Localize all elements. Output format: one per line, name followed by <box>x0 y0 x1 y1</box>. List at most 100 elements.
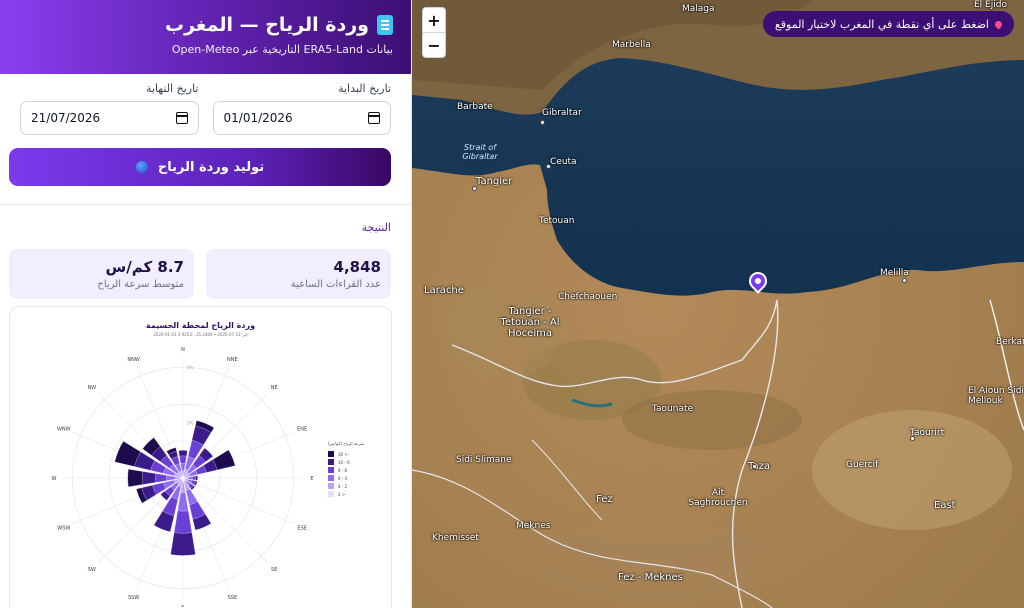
legend-item: 8 - 6 <box>328 466 364 474</box>
legend-title: سرعة الرياح (كم/س) <box>328 441 365 446</box>
zoom-out-button[interactable]: − <box>423 33 445 57</box>
legend-label: 8 - 6 <box>338 467 348 473</box>
calendar-icon[interactable] <box>175 112 188 124</box>
map[interactable]: + − اضغط على أي نقطة في المغرب لاختيار ا… <box>412 0 1024 608</box>
place-label: Taourirt <box>910 428 945 438</box>
legend-label: 10 - 6 <box>338 459 350 465</box>
place-label: El Aioun Sidi Mellouk <box>968 386 1024 406</box>
terrain <box>532 520 772 600</box>
start-date-label: تاريخ البداية <box>338 82 391 95</box>
end-date-label: تاريخ النهاية <box>146 82 199 95</box>
end-date-input[interactable]: 21/07/2026 <box>20 101 199 135</box>
direction-label: NNE <box>227 357 238 363</box>
legend-label: 2 > <box>338 491 346 497</box>
place-label: Gibraltar <box>542 108 582 118</box>
place-label: Guercif <box>846 460 879 470</box>
globe-icon <box>135 161 148 173</box>
zoom-control: + − <box>422 7 446 58</box>
city-dot <box>472 186 477 191</box>
start-date-input[interactable]: 01/01/2026 <box>212 101 391 135</box>
legend-item: 2 > <box>328 490 364 498</box>
place-label: Ait Saghrouchen <box>688 488 748 508</box>
legend-swatch <box>328 491 334 497</box>
end-date-group: تاريخ النهاية 21/07/2026 <box>20 82 199 135</box>
direction-label: S <box>181 605 184 607</box>
map-hint: اضغط على أي نقطة في المغرب لاختيار الموق… <box>762 11 1014 37</box>
place-label: Tangier <box>476 176 513 187</box>
place-label: Chefchaouen <box>558 292 618 302</box>
city-dot <box>902 278 907 283</box>
readings-value: 4,848 <box>333 258 381 276</box>
side-panel: وردة الرياح — المغرب بيانات ERA5-Land ال… <box>0 0 412 608</box>
city-dot <box>546 164 551 169</box>
direction-label: NNW <box>127 357 139 363</box>
legend-label: 4 - 2 <box>338 483 348 489</box>
page-subtitle: بيانات ERA5-Land التاريخية عبر Open-Mete… <box>171 43 393 56</box>
legend-swatch <box>328 459 334 465</box>
legend-swatch <box>328 483 334 489</box>
place-label: Marbella <box>612 40 651 50</box>
place-label: Larache <box>424 285 464 296</box>
place-label: Fez <box>596 494 613 505</box>
place-label: Meknes <box>516 521 551 531</box>
place-label: Berkane <box>996 337 1024 347</box>
city-dot <box>910 436 915 441</box>
readings-label: عدد القراءات الساعية <box>290 279 381 290</box>
direction-label: SSE <box>228 595 238 601</box>
place-label: Malaga <box>682 4 715 14</box>
legend-item: 4 - 2 <box>328 482 364 490</box>
direction-label: SW <box>88 567 96 573</box>
end-date-value: 21/07/2026 <box>31 111 101 125</box>
direction-label: SSW <box>128 595 139 601</box>
direction-label: ENE <box>297 427 307 433</box>
legend-swatch <box>328 467 334 473</box>
place-label: El Ejido <box>974 0 1007 10</box>
place-label: Melilla <box>880 268 909 278</box>
date-range: تاريخ البداية 01/01/2026 تاريخ النهاية 2… <box>0 74 411 135</box>
direction-label: W <box>52 476 57 482</box>
page-title: وردة الرياح — المغرب <box>164 14 369 36</box>
city-dot <box>752 464 757 469</box>
zoom-in-button[interactable]: + <box>423 8 445 32</box>
direction-label: SE <box>271 567 277 573</box>
speed-card: 8.7 كم/س متوسط سرعة الرياح <box>9 249 194 299</box>
windrose-card: وردة الرياح لمحطة الحسيمة 2026-01-01 إلى… <box>9 306 392 608</box>
chart-legend: سرعة الرياح (كم/س) 30 < 10 - 6 8 - 6 6 - 4 4… <box>328 441 364 498</box>
legend-item: 30 < <box>328 450 364 458</box>
generate-windrose-button[interactable]: توليد وردة الرياح <box>9 148 391 186</box>
chart-title: وردة الرياح لمحطة الحسيمة <box>145 321 256 330</box>
pin-icon <box>993 19 1004 29</box>
legend-swatch <box>328 475 334 481</box>
chart-subtitle: 2026-01-01 إلى 21-07-2026 • 35.2484 ،-3.… <box>153 332 248 337</box>
terrain <box>622 390 802 450</box>
start-date-value: 01/01/2026 <box>223 111 293 125</box>
generate-label: توليد وردة الرياح <box>157 159 265 175</box>
place-label: Tangier - Tetouan - Al Hoceima <box>500 306 560 339</box>
direction-label: NE <box>271 385 278 391</box>
legend-label: 30 < <box>338 451 348 457</box>
direction-label: WSW <box>57 525 70 531</box>
direction-label: E <box>310 476 313 482</box>
ring-label: 6% <box>187 365 194 370</box>
ring-label: 3% <box>187 421 194 426</box>
title-row: وردة الرياح — المغرب <box>18 14 393 36</box>
map-canvas[interactable] <box>412 0 1024 608</box>
legend-swatch <box>328 451 334 457</box>
legend-item: 10 - 6 <box>328 458 364 466</box>
legend-rows: 30 < 10 - 6 8 - 6 6 - 4 4 - 2 2 > <box>328 450 364 498</box>
direction-label: WNW <box>57 427 71 433</box>
place-label: Taounate <box>652 404 694 414</box>
start-date-group: تاريخ البداية 01/01/2026 <box>212 82 391 135</box>
place-label: Tetouan <box>539 216 575 226</box>
place-label: Ceuta <box>550 157 577 167</box>
direction-label: NW <box>87 385 96 391</box>
water-label: Strait of Gibraltar <box>462 143 498 161</box>
calendar-icon[interactable] <box>368 112 380 124</box>
direction-label: ESE <box>297 525 307 531</box>
place-label: Sidi Slimane <box>456 455 512 465</box>
legend-label: 6 - 4 <box>338 475 348 481</box>
speed-value: 8.7 كم/س <box>105 258 184 276</box>
speed-label: متوسط سرعة الرياح <box>97 279 184 290</box>
place-label: Khemisset <box>432 533 479 543</box>
city-dot <box>540 120 545 125</box>
